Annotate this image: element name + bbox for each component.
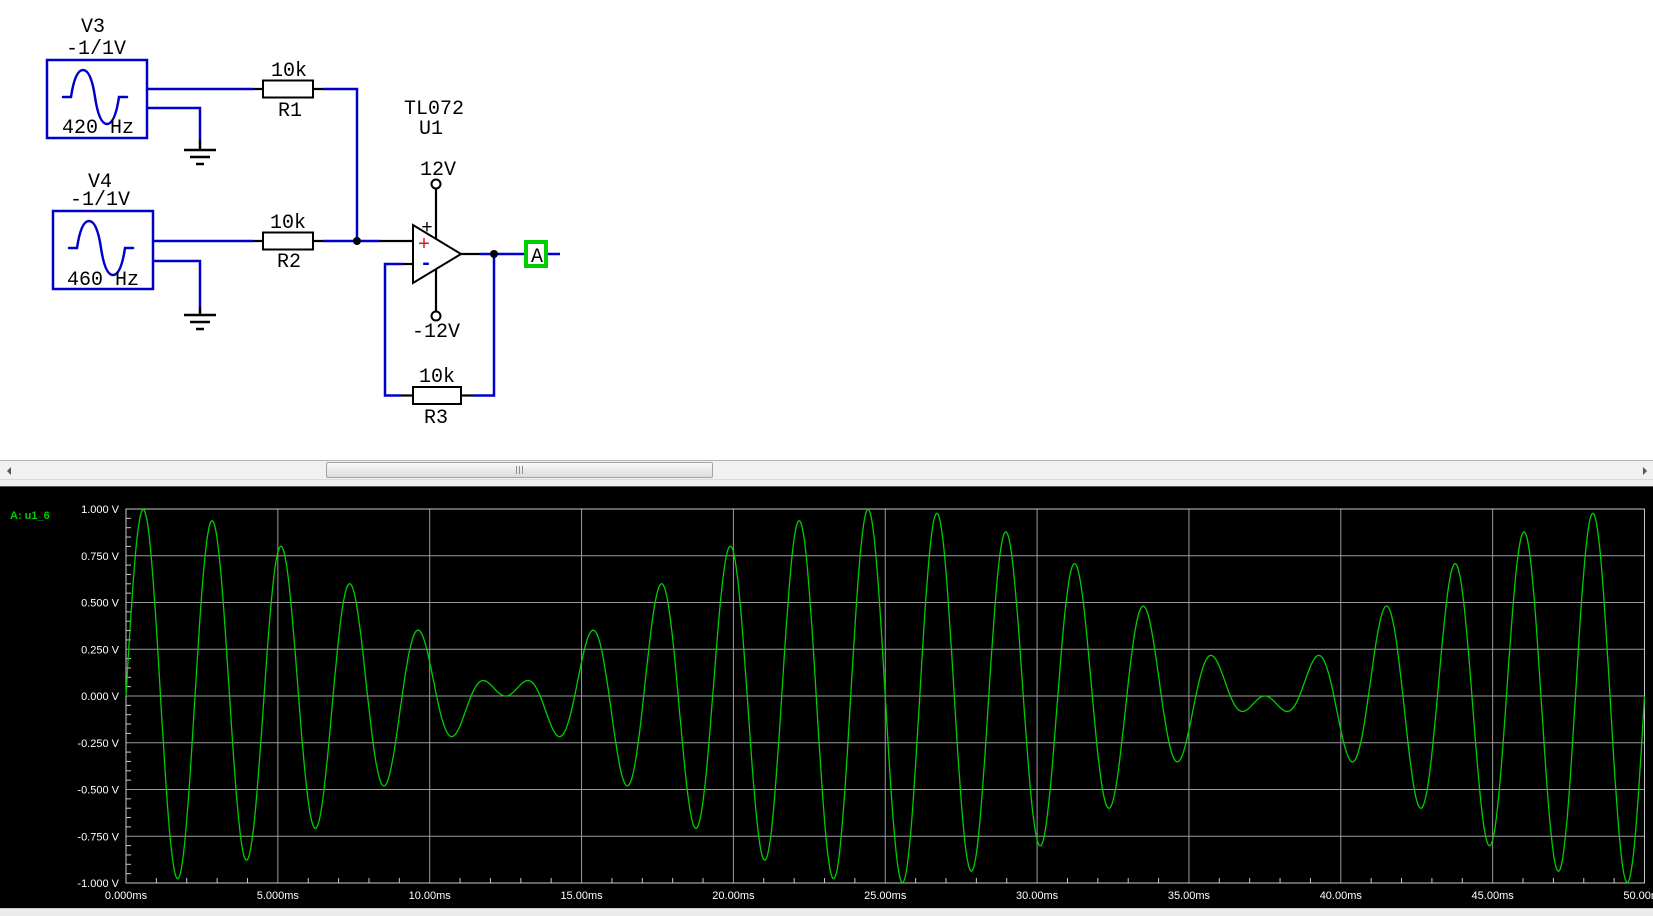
resistor-r2[interactable]: 10k R2 xyxy=(253,212,323,274)
v3-range-label: -1/1V xyxy=(66,38,126,61)
scroll-left-arrow-icon xyxy=(6,466,11,475)
svg-text:0.500 V: 0.500 V xyxy=(81,598,120,610)
svg-text:35.00ms: 35.00ms xyxy=(1168,890,1211,902)
svg-text:5.000ms: 5.000ms xyxy=(257,890,300,902)
svg-text:50.00ms: 50.00ms xyxy=(1623,890,1653,902)
r1-body[interactable] xyxy=(262,79,314,99)
svg-text:1.000 V: 1.000 V xyxy=(81,504,120,516)
v3-name-label: V3 xyxy=(81,16,105,39)
scroll-right-button[interactable] xyxy=(1636,462,1653,479)
r3-body[interactable] xyxy=(412,386,462,405)
svg-text:-1.000 V: -1.000 V xyxy=(77,878,119,890)
probe-a[interactable]: A xyxy=(524,240,548,269)
app-window: V3 -1/1V 420 Hz V4 -1/1V 460 Hz 10k R1 1… xyxy=(0,0,1653,916)
svg-text:0.750 V: 0.750 V xyxy=(81,551,120,563)
schematic-canvas[interactable]: V3 -1/1V 420 Hz V4 -1/1V 460 Hz 10k R1 1… xyxy=(0,0,1653,459)
scroll-left-button[interactable] xyxy=(0,462,17,479)
horizontal-scrollbar[interactable] xyxy=(0,460,1653,480)
junction-dot-output xyxy=(490,250,498,258)
svg-text:0.000 V: 0.000 V xyxy=(81,691,120,703)
svg-text:-0.750 V: -0.750 V xyxy=(77,831,119,843)
ground-symbol-v3[interactable] xyxy=(184,140,216,166)
svg-text:10.00ms: 10.00ms xyxy=(409,890,452,902)
r3-value-label: 10k xyxy=(419,366,455,389)
scrollbar-grip-icon xyxy=(515,466,524,474)
r2-name-label: R2 xyxy=(277,251,301,274)
junction-dot-input xyxy=(353,237,361,245)
svg-text:30.00ms: 30.00ms xyxy=(1016,890,1059,902)
axis-ticks xyxy=(126,517,1615,883)
waveform-panel[interactable]: 0.000ms 5.000ms 10.00ms 15.00ms 20.00ms 25.00… xyxy=(0,487,1653,908)
svg-text:25.00ms: 25.00ms xyxy=(864,890,907,902)
v4-range-label: -1/1V xyxy=(70,189,130,212)
vplus-terminal[interactable] xyxy=(430,178,442,190)
waveform-plot: 0.000ms 5.000ms 10.00ms 15.00ms 20.00ms 25.00… xyxy=(10,504,1653,902)
svg-text:20.00ms: 20.00ms xyxy=(712,890,755,902)
r2-body[interactable] xyxy=(262,231,314,251)
resistor-r3[interactable]: 10k R3 xyxy=(401,366,473,430)
v3-freq-label: 420 Hz xyxy=(62,117,134,140)
r1-name-label: R1 xyxy=(278,100,302,123)
svg-text:45.00ms: 45.00ms xyxy=(1472,890,1515,902)
vminus-terminal[interactable] xyxy=(430,310,442,322)
svg-text:0.250 V: 0.250 V xyxy=(81,644,120,656)
svg-text:40.00ms: 40.00ms xyxy=(1320,890,1363,902)
probe-a-label: A xyxy=(531,246,543,269)
opamp-u1[interactable]: TL072 U1 12V + + - -12V xyxy=(380,98,480,344)
svg-text:-0.500 V: -0.500 V xyxy=(77,785,119,797)
v4-freq-label: 460 Hz xyxy=(67,269,139,292)
opamp-vminus-label: -12V xyxy=(412,321,460,344)
source-v4[interactable]: V4 -1/1V 460 Hz xyxy=(51,171,155,292)
signal-legend: A: u1_6 xyxy=(10,510,50,522)
opamp-ref-label: U1 xyxy=(419,118,443,141)
source-v3[interactable]: V3 -1/1V 420 Hz xyxy=(45,16,149,140)
opamp-vplus-label: 12V xyxy=(420,159,456,182)
panel-splitter[interactable] xyxy=(0,480,1653,487)
svg-text:-0.250 V: -0.250 V xyxy=(77,738,119,750)
ground-symbol-v4[interactable] xyxy=(184,307,216,331)
bottom-strip xyxy=(0,908,1653,916)
resistor-r1[interactable]: 10k R1 xyxy=(253,60,323,123)
y-axis-labels: 1.000 V 0.750 V 0.500 V 0.250 V 0.000 V -0.25… xyxy=(77,504,119,890)
scroll-right-arrow-icon xyxy=(1642,466,1647,475)
svg-text:15.00ms: 15.00ms xyxy=(560,890,603,902)
scrollbar-thumb[interactable] xyxy=(326,462,713,478)
svg-text:0.000ms: 0.000ms xyxy=(105,890,148,902)
r3-name-label: R3 xyxy=(424,407,448,430)
x-axis-labels: 0.000ms 5.000ms 10.00ms 15.00ms 20.00ms 25.00… xyxy=(105,890,1653,902)
opamp-inv-marker: - xyxy=(420,253,432,276)
